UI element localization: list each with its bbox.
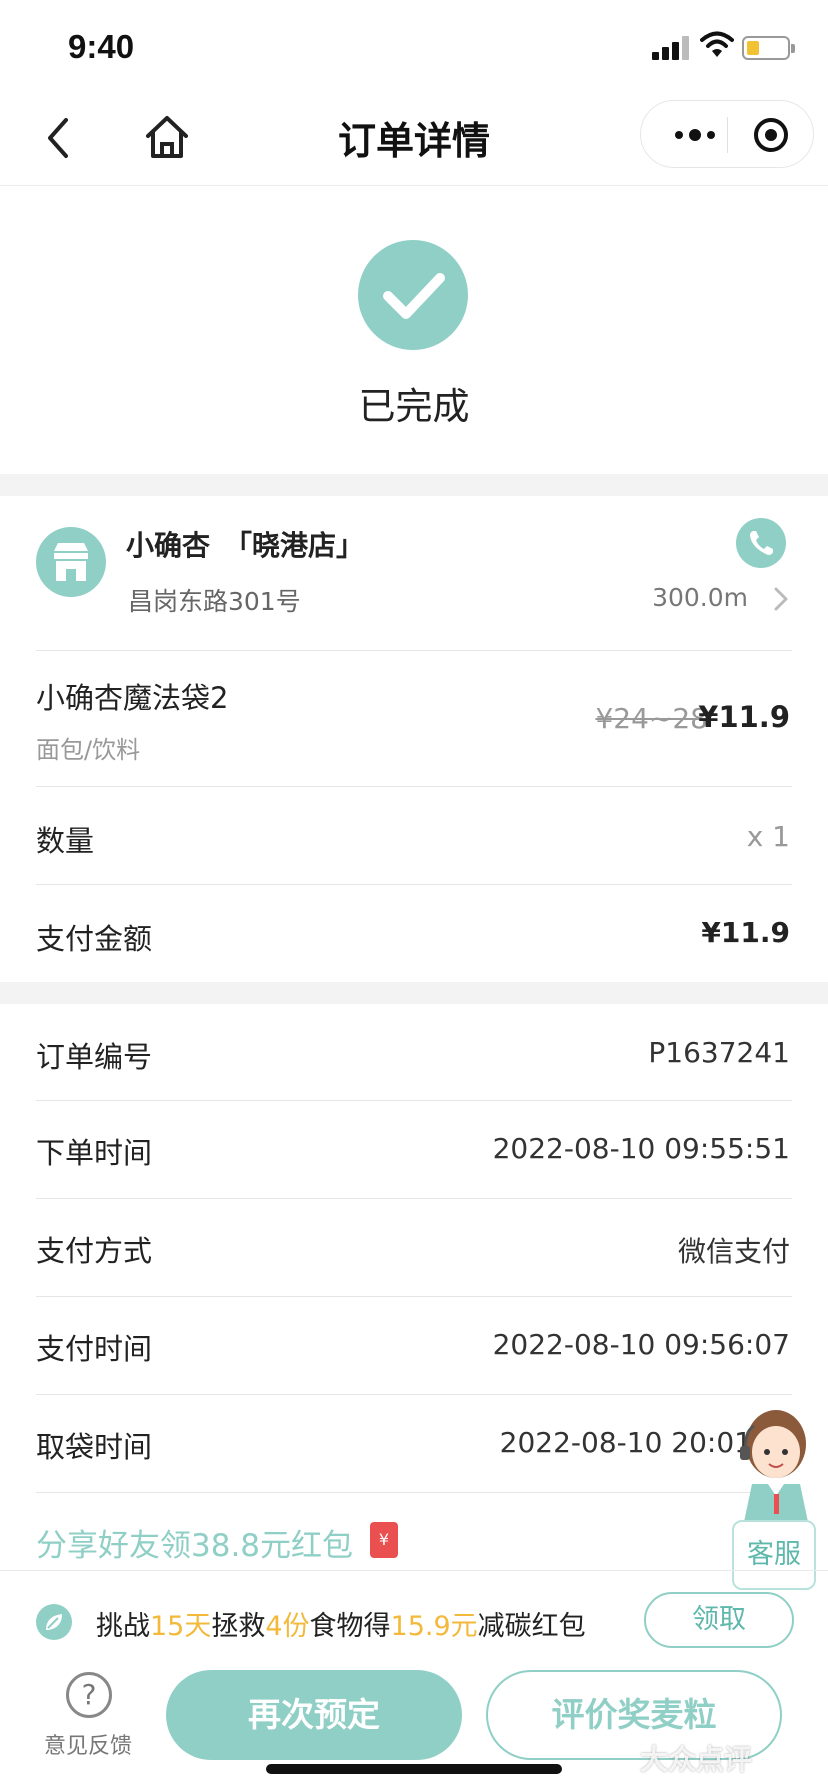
help-question-icon[interactable]: ?: [66, 1672, 112, 1718]
quantity-label: 数量: [36, 824, 95, 858]
product-name: 小确杏魔法袋2: [36, 681, 229, 715]
divider: [36, 1198, 792, 1199]
carbon-challenge-text: 挑战15天拯救4份食物得15.9元减碳红包: [96, 1611, 586, 1642]
store-distance: 300.0m: [652, 583, 748, 612]
cellular-signal-icon: [652, 36, 690, 60]
order-status-text: 已完成: [358, 385, 470, 428]
store-address: 昌岗东路301号: [128, 587, 301, 616]
divider: [36, 650, 792, 651]
completed-check-icon: [358, 240, 468, 350]
red-packet-icon: ¥: [370, 1522, 398, 1558]
order-number-label: 订单编号: [36, 1040, 153, 1074]
battery-icon: [742, 36, 795, 60]
pickup-time-value: 2022-08-10 20:01: [499, 1426, 752, 1459]
order-time-value: 2022-08-10 09:55:51: [492, 1132, 790, 1165]
customer-service-avatar[interactable]: [730, 1392, 826, 1522]
bottom-bar-divider: [0, 1570, 828, 1571]
chevron-right-icon[interactable]: [773, 586, 789, 612]
payment-time-value: 2022-08-10 09:56:07: [492, 1328, 790, 1361]
original-price: ¥24~28: [595, 702, 708, 735]
store-name[interactable]: 小确杏 「晓港店」: [126, 524, 364, 564]
divider: [36, 1394, 792, 1395]
status-time: 9:40: [68, 28, 135, 65]
call-store-button[interactable]: [736, 518, 786, 568]
more-options-icon[interactable]: [665, 117, 725, 153]
claim-button[interactable]: 领取: [644, 1592, 794, 1648]
payment-amount-value: ¥11.9: [701, 916, 790, 949]
close-mini-program-icon[interactable]: [751, 115, 791, 155]
home-indicator: [266, 1764, 562, 1774]
payment-method-label: 支付方式: [36, 1234, 153, 1268]
customer-service-button[interactable]: 客服: [732, 1520, 816, 1590]
divider: [36, 884, 792, 885]
product-category: 面包/饮料: [36, 736, 141, 764]
payment-amount-label: 支付金额: [36, 922, 153, 956]
feedback-label[interactable]: 意见反馈: [44, 1728, 132, 1760]
divider: [36, 786, 792, 787]
quantity-value: x 1: [746, 820, 790, 853]
phone-icon: [750, 531, 773, 555]
payment-time-label: 支付时间: [36, 1332, 153, 1366]
store-icon: [36, 527, 106, 597]
section-gap: [0, 982, 828, 1004]
mini-program-capsule: [640, 100, 814, 168]
watermark: 大众点评: [640, 1743, 753, 1776]
capsule-divider: [727, 117, 728, 153]
share-red-packet-link[interactable]: 分享好友领38.8元红包: [36, 1520, 353, 1565]
product-price: ¥11.9: [698, 700, 790, 734]
leaf-icon: [36, 1604, 72, 1640]
payment-method-value: 微信支付: [677, 1235, 790, 1268]
wifi-icon: [700, 31, 734, 57]
rebook-button[interactable]: 再次预定: [166, 1670, 462, 1760]
divider: [36, 1492, 792, 1493]
divider: [36, 1296, 792, 1297]
section-gap: [0, 474, 828, 496]
status-bar: 9:40: [0, 0, 828, 92]
order-number-value: P1637241: [648, 1036, 790, 1069]
order-time-label: 下单时间: [36, 1136, 153, 1170]
pickup-time-label: 取袋时间: [36, 1430, 153, 1464]
divider: [36, 1100, 792, 1101]
navigation-bar: 订单详情: [0, 92, 828, 186]
